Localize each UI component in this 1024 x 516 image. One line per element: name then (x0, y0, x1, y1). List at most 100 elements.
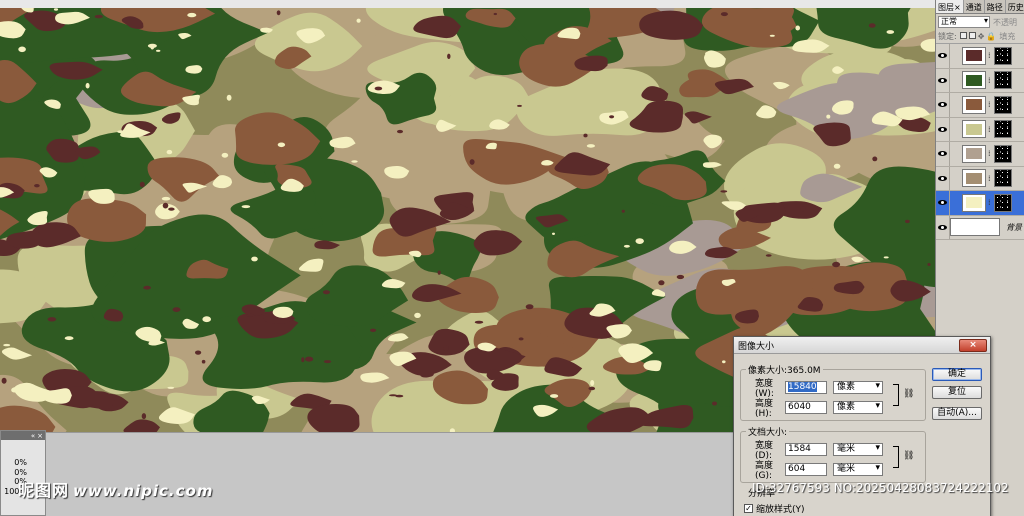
layer-thumbnail (962, 46, 986, 65)
layer-list: ⁞ ⁞ ⁞ ⁞ ⁞ ⁞ ⁞ (936, 44, 1024, 216)
tab-history[interactable]: 历史 (1006, 0, 1024, 13)
close-icon[interactable]: × (954, 3, 961, 12)
camo-speck (826, 114, 831, 119)
visibility-toggle[interactable] (936, 93, 950, 117)
camo-speck (166, 149, 173, 155)
camo-speck (720, 12, 728, 17)
layer-mask-thumbnail[interactable] (994, 46, 1012, 65)
visibility-toggle[interactable] (936, 117, 950, 141)
layer-name: 背景 (1006, 222, 1022, 232)
layer-row[interactable]: ⁞ (936, 68, 1024, 93)
pixel-width-unit-select[interactable]: 像素 (833, 380, 883, 394)
doc-height-unit-select[interactable]: 毫米 (833, 462, 883, 476)
camo-speck (168, 207, 175, 211)
camo-speck (161, 196, 171, 201)
collapse-icon[interactable]: « (31, 432, 35, 440)
layer-background[interactable]: 背景 (936, 215, 1024, 240)
camo-speck (305, 356, 314, 362)
scale-styles-checkbox[interactable]: ✓ (744, 504, 753, 513)
link-icon: ⛓ (903, 451, 915, 461)
camo-speck (167, 386, 175, 389)
lock-all-icon[interactable]: 🔒 (986, 32, 996, 41)
visibility-toggle[interactable] (936, 166, 950, 190)
layer-thumbnail (962, 169, 986, 188)
layer-mask-thumbnail[interactable] (994, 95, 1012, 114)
close-icon[interactable]: × (37, 432, 43, 440)
camo-speck (609, 115, 615, 119)
camo-speck (351, 160, 358, 163)
doc-height-label: 高度(G): (755, 460, 774, 481)
info-panel-header: « × (1, 431, 45, 440)
lock-transparency-icon[interactable] (959, 32, 967, 39)
camo-speck (621, 209, 625, 213)
camo-speck (765, 254, 772, 257)
blend-mode-select[interactable]: 正常 (938, 16, 990, 28)
visibility-toggle[interactable] (936, 191, 950, 215)
fill-label: 填充 (999, 32, 1016, 41)
layer-row[interactable]: ⁞ (936, 93, 1024, 118)
lock-position-icon[interactable]: ✥ (978, 32, 985, 41)
pixel-height-input[interactable]: 6040 (785, 400, 827, 414)
camo-speck (251, 256, 258, 262)
auto-button[interactable]: 自动(A)... (932, 407, 982, 420)
layer-row[interactable]: ⁞ (936, 117, 1024, 142)
camo-speck (143, 285, 151, 290)
ok-button[interactable]: 确定 (932, 368, 982, 381)
tab-channels[interactable]: 通道 (964, 0, 985, 13)
camo-speck (525, 304, 534, 310)
camo-speck (469, 159, 475, 165)
dialog-titlebar[interactable]: 图像大小 × (734, 337, 990, 354)
reset-button[interactable]: 复位 (932, 386, 982, 399)
camo-speck (493, 12, 497, 16)
layer-row[interactable]: ⁞ (936, 142, 1024, 167)
tab-layers[interactable]: 图层× (936, 0, 964, 13)
camo-speck (241, 205, 251, 209)
pixel-width-input[interactable]: 15840 (785, 380, 827, 394)
camo-speck (117, 130, 126, 134)
layer-mask-thumbnail[interactable] (994, 120, 1012, 139)
watermark-brand: 昵图网 www.nipic.com (18, 481, 214, 500)
info-value: 0% (14, 458, 27, 467)
layer-thumbnail (962, 193, 986, 212)
camo-speck (437, 270, 441, 275)
doc-width-input[interactable]: 1584 (785, 442, 827, 456)
layer-mask-thumbnail[interactable] (994, 71, 1012, 90)
camo-speck (705, 51, 714, 56)
doc-height-input[interactable]: 604 (785, 462, 827, 476)
layer-mask-thumbnail[interactable] (994, 144, 1012, 163)
camo-speck (322, 290, 330, 295)
visibility-toggle[interactable] (936, 215, 950, 239)
camo-speck (187, 12, 197, 18)
camo-speck (447, 53, 451, 59)
doc-size-label: 文档大小: (746, 425, 790, 438)
eye-icon (938, 175, 947, 181)
close-button[interactable]: × (959, 339, 987, 352)
doc-width-unit-select[interactable]: 毫米 (833, 442, 883, 456)
layer-mask-thumbnail[interactable] (994, 169, 1012, 188)
eye-icon (938, 200, 947, 206)
camo-speck (550, 394, 559, 398)
opacity-label: 不透明 (993, 17, 1017, 27)
layer-row[interactable]: ⁞ (936, 191, 1024, 216)
camo-speck (141, 413, 147, 420)
camo-speck (34, 184, 40, 188)
workspace-background (0, 432, 735, 516)
layer-thumbnail (962, 120, 986, 139)
tab-paths[interactable]: 路径 (985, 0, 1006, 13)
layer-row[interactable]: ⁞ (936, 44, 1024, 69)
camo-speck (356, 18, 361, 23)
eye-icon (938, 53, 947, 59)
layer-mask-thumbnail[interactable] (994, 193, 1012, 212)
visibility-toggle[interactable] (936, 44, 950, 68)
camo-speck (795, 25, 800, 31)
layer-thumbnail (962, 144, 986, 163)
visibility-toggle[interactable] (936, 68, 950, 92)
visibility-toggle[interactable] (936, 142, 950, 166)
color-swatch (966, 148, 982, 160)
pixel-height-unit-select[interactable]: 像素 (833, 400, 883, 414)
camo-speck (85, 82, 90, 89)
color-swatch (966, 99, 982, 111)
lock-image-icon[interactable] (968, 32, 976, 39)
camo-speck (47, 317, 57, 322)
layer-row[interactable]: ⁞ (936, 166, 1024, 191)
